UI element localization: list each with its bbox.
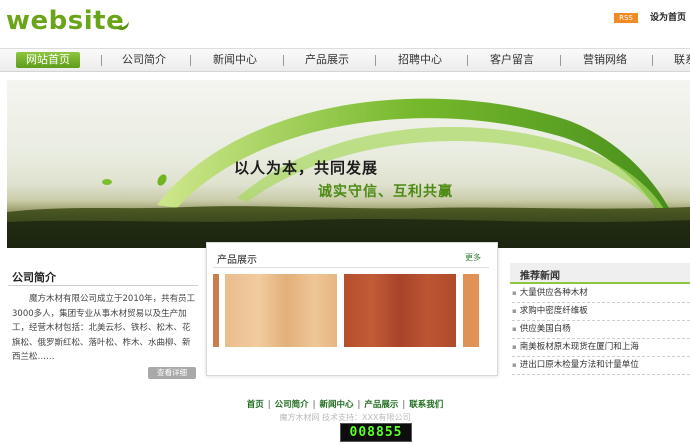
hero-banner: 以人为本，共同发展 诚实守信、互利共赢 [7, 80, 690, 248]
header: website RSS 设为首页 [0, 0, 690, 48]
news-item[interactable]: ▪ 南美板材原木现货在厦门和上海 [512, 339, 690, 357]
news-item-label: 南美板材原木现货在厦门和上海 [519, 342, 639, 352]
nav-divider [467, 55, 468, 66]
main-nav: 网站首页 公司简介 新闻中心 产品展示 招聘中心 客户留言 营销网络 联系 [0, 48, 690, 72]
nav-item-jobs[interactable]: 招聘中心 [398, 49, 442, 71]
footer-copyright: 魔方木材网 技术支持：XXX有限公司 [279, 413, 411, 422]
product-image-partial-left[interactable] [213, 274, 219, 347]
footer-links: 首页 | 公司简介 | 新闻中心 | 产品展示 | 联系我们 [0, 398, 690, 410]
nav-divider [560, 55, 561, 66]
news-header: 推荐新闻 [510, 263, 690, 284]
product-showcase: 产品展示 更多 [206, 242, 498, 376]
featured-news: 推荐新闻 ▪ 大量供应各种木材 ▪ 求购中密度纤维板 ▪ 供应美国白杨 ▪ 南美板材原木… [510, 263, 690, 375]
banner-slogan-main: 以人为本，共同发展 [234, 159, 379, 177]
nav-item-messages[interactable]: 客户留言 [490, 49, 534, 71]
nav-item-news[interactable]: 新闻中心 [213, 49, 257, 71]
bullet-icon: ▪ [512, 307, 517, 315]
set-homepage-link[interactable]: 设为首页 [650, 10, 686, 23]
product-divider [213, 267, 489, 268]
news-section-title: 推荐新闻 [520, 271, 560, 282]
news-item-label: 供应美国白杨 [519, 324, 571, 334]
product-image-partial-right[interactable] [463, 274, 479, 347]
footer: 首页 | 公司简介 | 新闻中心 | 产品展示 | 联系我们 魔方木材网 技术支持：XXX有限公… [0, 388, 690, 445]
nav-item-contact[interactable]: 联系 [674, 49, 690, 71]
news-item[interactable]: ▪ 求购中密度纤维板 [512, 303, 690, 321]
footer-divider: | [267, 400, 271, 410]
news-item[interactable]: ▪ 大量供应各种木材 [512, 285, 690, 303]
footer-link-contact[interactable]: 联系我们 [409, 400, 443, 410]
nav-item-network[interactable]: 营销网络 [583, 49, 627, 71]
nav-divider [375, 55, 376, 66]
nav-divider [283, 55, 284, 66]
news-item[interactable]: ▪ 供应美国白杨 [512, 321, 690, 339]
bullet-icon: ▪ [512, 325, 517, 333]
nav-item-about[interactable]: 公司简介 [122, 49, 166, 71]
rss-icon[interactable]: RSS [614, 13, 638, 23]
about-divider [8, 285, 198, 286]
logo-text: website [6, 6, 125, 36]
news-item-label: 进出口原木检量方法和计量单位 [519, 360, 639, 370]
about-description: 魔方木材有限公司成立于2010年，共有员工3000多人，集团专业从事木材贸易以及… [12, 294, 196, 362]
footer-link-home[interactable]: 首页 [247, 400, 264, 410]
nav-divider [190, 55, 191, 66]
product-image-light-wood[interactable] [225, 274, 337, 347]
footer-divider: | [312, 400, 316, 410]
product-more-link[interactable]: 更多 [465, 252, 481, 263]
footer-divider: | [402, 400, 406, 410]
product-section-title: 产品展示 [217, 255, 257, 266]
footer-link-about[interactable]: 公司简介 [275, 400, 309, 410]
bullet-icon: ▪ [512, 289, 517, 297]
news-item-label: 大量供应各种木材 [519, 288, 588, 298]
banner-slogan-sub: 诚实守信、互利共赢 [318, 184, 453, 200]
footer-link-products[interactable]: 产品展示 [364, 400, 398, 410]
news-item-label: 求购中密度纤维板 [519, 306, 588, 316]
bullet-icon: ▪ [512, 343, 517, 351]
bullet-icon: ▪ [512, 361, 517, 369]
nav-item-products[interactable]: 产品展示 [305, 49, 349, 71]
site-logo[interactable]: website [6, 6, 131, 36]
visit-counter: 008855 [340, 423, 412, 442]
footer-divider: | [357, 400, 361, 410]
about-more-button[interactable]: 查看详细 [148, 367, 196, 379]
footer-link-news[interactable]: 新闻中心 [319, 400, 353, 410]
nav-divider [652, 55, 653, 66]
about-section-title: 公司简介 [12, 271, 56, 284]
news-item[interactable]: ▪ 进出口原木检量方法和计量单位 [512, 357, 690, 375]
nav-item-home[interactable]: 网站首页 [16, 52, 80, 68]
product-image-red-wood[interactable] [344, 274, 456, 347]
nav-divider [101, 55, 102, 66]
